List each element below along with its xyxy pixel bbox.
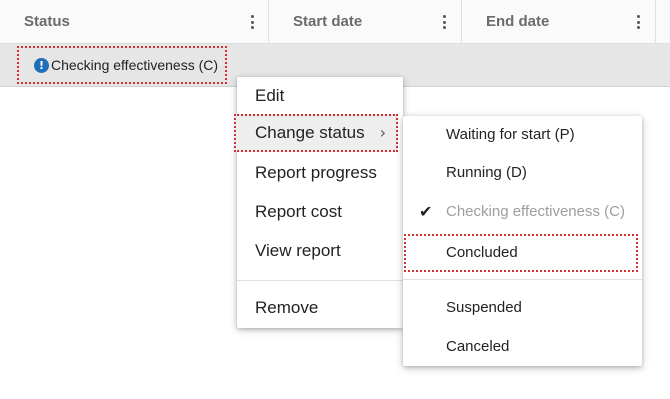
submenu-item-concluded[interactable]: Concluded [404,234,638,272]
submenu-item-waiting[interactable]: Waiting for start (P) [403,116,642,154]
submenu-divider [403,279,642,280]
column-header-start-date[interactable]: Start date [269,0,462,44]
submenu-item-suspended[interactable]: Suspended [403,289,642,327]
menu-item-view-report[interactable]: View report [237,232,403,270]
context-menu: Edit Change status › Report progress Rep… [234,77,403,328]
column-label: Start date [293,13,363,30]
menu-item-change-status[interactable]: Change status › [234,114,398,152]
menu-divider [237,280,403,281]
menu-item-report-cost[interactable]: Report cost [237,193,403,231]
submenu-item-canceled[interactable]: Canceled [403,328,642,366]
status-label: Checking effectiveness (C) [51,57,219,73]
submenu-item-running[interactable]: Running (D) [403,154,642,192]
column-menu-icon[interactable] [633,13,643,31]
table-header: Status Start date End date [0,0,670,44]
column-label: Status [24,13,70,30]
info-icon: ! [34,57,49,73]
column-menu-icon[interactable] [247,13,257,31]
submenu-item-label: Checking effectiveness (C) [446,203,625,220]
column-header-end-date[interactable]: End date [462,0,656,44]
menu-item-remove[interactable]: Remove [237,289,403,327]
column-label: End date [486,13,550,30]
column-menu-icon[interactable] [439,13,449,31]
menu-item-edit[interactable]: Edit [237,77,403,115]
menu-item-label: Change status [255,123,365,142]
checkmark-icon: ✔ [419,202,433,221]
status-badge[interactable]: ! Checking effectiveness (C) [17,46,227,84]
column-header-status[interactable]: Status [0,0,269,44]
status-submenu: Waiting for start (P) Running (D) ✔ Chec… [403,116,642,366]
chevron-right-icon: › [379,123,386,142]
menu-item-report-progress[interactable]: Report progress [237,154,403,192]
submenu-item-checking-effectiveness: ✔ Checking effectiveness (C) [403,193,642,231]
